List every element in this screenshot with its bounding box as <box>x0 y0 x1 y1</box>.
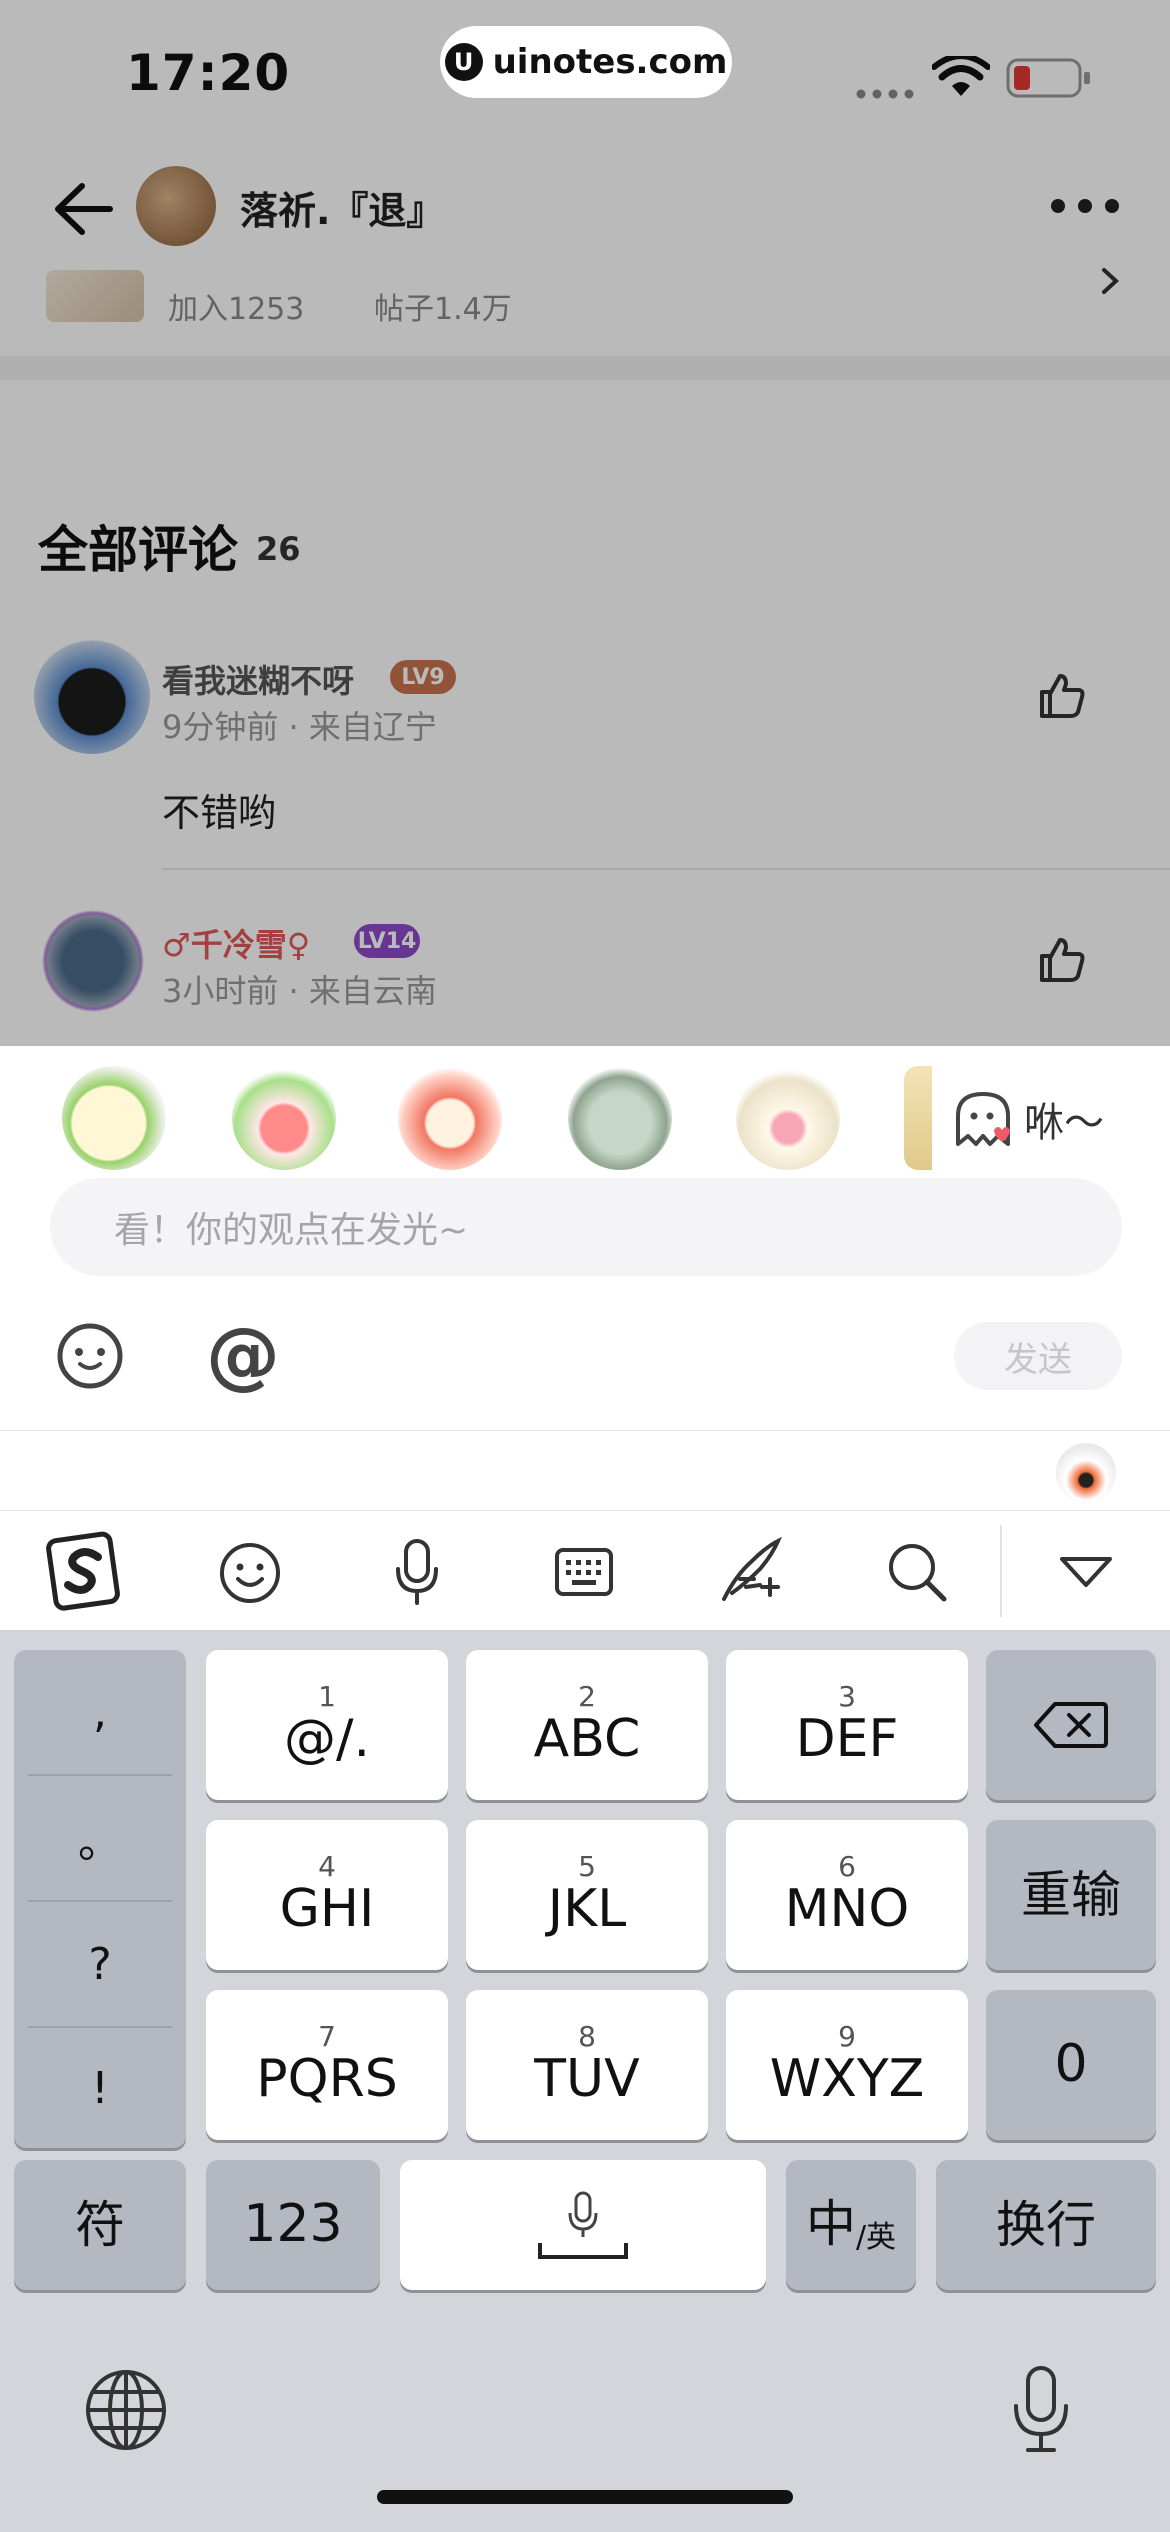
sticker-chick-sleeping[interactable] <box>398 1066 502 1170</box>
language-switch-key[interactable]: 中 /英 <box>786 2160 916 2290</box>
numbers-key[interactable]: 123 <box>206 2160 380 2290</box>
globe-icon[interactable] <box>84 2368 168 2456</box>
key-number: 9 <box>838 2020 856 2054</box>
url-text: uinotes.com <box>492 42 728 82</box>
sticker-blob-sweat[interactable] <box>568 1066 672 1170</box>
lang-main-label: 中 <box>805 2195 856 2253</box>
symbols-key[interactable]: 符 <box>14 2160 186 2290</box>
dictation-microphone-icon[interactable] <box>1010 2364 1072 2458</box>
key-6[interactable]: 6 MNO <box>726 1820 968 1970</box>
send-button[interactable]: 发送 <box>954 1322 1122 1390</box>
comment-composer: 咻～ 看！你的观点在发光~ @ 发送 <box>0 1046 1170 1430</box>
sticker-chick-pear[interactable] <box>62 1066 166 1170</box>
microphone-icon[interactable] <box>392 1537 442 1611</box>
punctuation-column[interactable]: , 。 ? ! <box>14 1650 186 2148</box>
comment-input-placeholder: 看！你的观点在发光~ <box>114 1210 469 1251</box>
key-number: 8 <box>578 2020 596 2054</box>
numbers-label: 123 <box>243 2194 343 2255</box>
backspace-key[interactable] <box>986 1650 1156 1800</box>
modal-overlay[interactable] <box>0 0 1170 1046</box>
ghost-heart-icon <box>956 1092 1010 1146</box>
key-number: 2 <box>578 1680 596 1714</box>
key-letters: DEF <box>795 1709 899 1770</box>
key-number: 1 <box>318 1680 336 1714</box>
comment-input[interactable]: 看！你的观点在发光~ <box>50 1178 1122 1276</box>
key-letters: JKL <box>547 1879 627 1940</box>
symbols-label: 符 <box>75 2195 125 2254</box>
key-number: 6 <box>838 1850 856 1884</box>
space-key[interactable] <box>400 2160 766 2290</box>
space-mic-icon <box>538 2191 628 2259</box>
reenter-label: 重输 <box>1021 1865 1121 1924</box>
key-2[interactable]: 2 ABC <box>466 1650 708 1800</box>
keyboard-toolbar <box>0 1510 1170 1630</box>
keyboard-icon[interactable] <box>554 1547 614 1601</box>
post-detail-background: 17:20 落祈.『退』 加入1253 帖子1.4万 全部评论 26 看我迷糊不… <box>0 0 1170 1046</box>
key-4[interactable]: 4 GHI <box>206 1820 448 1970</box>
key-5[interactable]: 5 JKL <box>466 1820 708 1970</box>
ime-keyboard: , 。 ? ! 1 @/. 2 ABC 3 DEF 4 GHI 5 JKL 6 … <box>0 1430 1170 2532</box>
key-7[interactable]: 7 PQRS <box>206 1990 448 2140</box>
sticker-chick-shock[interactable] <box>736 1066 840 1170</box>
zero-label: 0 <box>1054 2034 1088 2095</box>
key-9[interactable]: 9 WXYZ <box>726 1990 968 2140</box>
uinotes-logo-icon: U <box>444 43 483 81</box>
key-3[interactable]: 3 DEF <box>726 1650 968 1800</box>
emoji-face-icon <box>57 1323 123 1389</box>
punct-key-exclaim[interactable]: ! <box>14 2026 186 2150</box>
key-1[interactable]: 1 @/. <box>206 1650 448 1800</box>
sticker-partial[interactable] <box>904 1066 932 1170</box>
sticker-panel-toggle[interactable]: 咻～ <box>950 1074 1130 1164</box>
zero-key[interactable]: 0 <box>986 1990 1156 2140</box>
key-letters: TUV <box>534 2049 640 2110</box>
key-number: 5 <box>578 1850 596 1884</box>
punct-key-period[interactable]: 。 <box>14 1776 186 1900</box>
key-letters: ABC <box>533 1709 641 1770</box>
collapse-keyboard-icon[interactable] <box>1058 1555 1114 1593</box>
key-letters: WXYZ <box>769 2049 925 2110</box>
sogou-logo-icon[interactable] <box>44 1531 124 1611</box>
search-icon[interactable] <box>886 1541 948 1607</box>
lang-sub-label: /英 <box>855 2220 897 2255</box>
emoji-button[interactable] <box>56 1322 124 1390</box>
at-sign-icon: @ <box>206 1312 280 1398</box>
backspace-icon <box>1034 1702 1108 1748</box>
key-number: 4 <box>318 1850 336 1884</box>
punct-key-question[interactable]: ? <box>14 1902 186 2026</box>
sticker-bar-label: 咻～ <box>1024 1100 1104 1146</box>
url-pill: U uinotes.com <box>440 26 732 98</box>
keyboard-mascot-icon[interactable] <box>1056 1443 1116 1503</box>
keyboard-top-strip <box>0 1430 1170 1510</box>
key-number: 3 <box>838 1680 856 1714</box>
reenter-key[interactable]: 重输 <box>986 1820 1156 1970</box>
key-letters: GHI <box>279 1879 375 1940</box>
newline-label: 换行 <box>996 2195 1096 2254</box>
handwriting-icon[interactable] <box>716 1535 786 1609</box>
key-letters: PQRS <box>256 2049 398 2110</box>
sticker-chick-heart[interactable] <box>232 1066 336 1170</box>
toolbar-separator <box>1000 1525 1002 1617</box>
home-indicator <box>377 2490 793 2504</box>
newline-key[interactable]: 换行 <box>936 2160 1156 2290</box>
key-letters: @/. <box>283 1709 371 1770</box>
key-letters: MNO <box>784 1879 910 1940</box>
key-8[interactable]: 8 TUV <box>466 1990 708 2140</box>
punct-key-comma[interactable]: , <box>14 1650 186 1774</box>
mention-button[interactable]: @ <box>206 1312 280 1398</box>
emoji-icon[interactable] <box>218 1541 282 1609</box>
key-number: 7 <box>318 2020 336 2054</box>
